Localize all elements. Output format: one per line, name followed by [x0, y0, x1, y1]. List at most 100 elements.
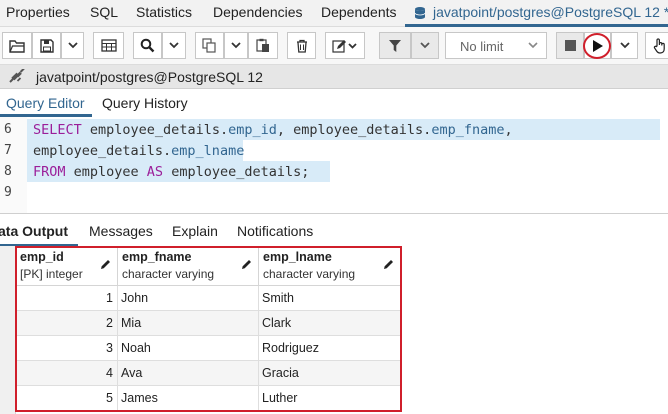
- chevron-down-icon: [67, 42, 78, 49]
- column-name: emp_lname: [263, 250, 332, 264]
- stop-button[interactable]: [556, 32, 584, 59]
- cell-emp-fname[interactable]: John: [118, 286, 259, 311]
- column-header-emp-fname[interactable]: emp_fname character varying: [118, 246, 259, 286]
- execute-button[interactable]: [584, 32, 611, 59]
- cell-emp-lname[interactable]: Rodriguez: [259, 336, 401, 361]
- output-tab-bar: ata Output Messages Explain Notification…: [0, 213, 668, 247]
- cell-emp-fname[interactable]: James: [118, 386, 259, 411]
- sql-text: ,: [504, 122, 513, 138]
- cell-emp-id[interactable]: 1: [16, 286, 118, 311]
- tab-statistics[interactable]: Statistics: [136, 4, 192, 20]
- line-number: 6: [4, 122, 12, 137]
- sql-keyword: SELECT: [33, 122, 82, 138]
- table-row[interactable]: 3 Noah Rodriguez: [16, 336, 401, 361]
- results-grid: emp_id [PK] integer emp_fname character …: [0, 246, 668, 414]
- pencil-icon[interactable]: [241, 259, 252, 270]
- filter-icon: [389, 39, 401, 52]
- delete-button[interactable]: [287, 32, 316, 59]
- sql-keyword: AS: [146, 164, 164, 180]
- macros-button[interactable]: [645, 32, 668, 59]
- sql-keyword: FROM: [33, 164, 66, 180]
- edit-grid-button[interactable]: [93, 32, 124, 59]
- cell-emp-id[interactable]: 4: [16, 361, 118, 386]
- table-row[interactable]: 4 Ava Gracia: [16, 361, 401, 386]
- cell-emp-lname[interactable]: Clark: [259, 311, 401, 336]
- pencil-icon[interactable]: [100, 259, 111, 270]
- cell-emp-lname[interactable]: Luther: [259, 386, 401, 411]
- stop-icon: [564, 40, 576, 51]
- tab-dependents[interactable]: Dependents: [321, 4, 397, 20]
- edit-menu-button[interactable]: [325, 32, 365, 59]
- top-tab-bar: Properties SQL Statistics Dependencies D…: [0, 0, 668, 27]
- tab-query-editor[interactable]: Query Editor: [6, 95, 85, 111]
- column-name: emp_fname: [122, 250, 192, 264]
- column-type: [PK] integer: [20, 267, 83, 281]
- sql-text: employee_details.: [81, 122, 229, 138]
- copy-button[interactable]: [195, 32, 224, 59]
- connection-label: javatpoint/postgres@PostgreSQL 12: [36, 69, 263, 85]
- find-dropdown-button[interactable]: [162, 32, 186, 59]
- sql-field: emp_id: [228, 122, 277, 138]
- chevron-down-icon: [420, 42, 430, 49]
- cell-emp-id[interactable]: 3: [16, 336, 118, 361]
- column-type: character varying: [263, 267, 356, 281]
- cell-emp-id[interactable]: 5: [16, 386, 118, 411]
- table-row[interactable]: 2 Mia Clark: [16, 311, 401, 336]
- connection-bar[interactable]: javatpoint/postgres@PostgreSQL 12: [0, 65, 668, 89]
- paste-button[interactable]: [248, 32, 278, 59]
- tab-properties[interactable]: Properties: [6, 4, 70, 20]
- filter-dropdown-button[interactable]: [411, 32, 439, 59]
- table-row[interactable]: 1 John Smith: [16, 286, 401, 311]
- grid-icon: [100, 39, 117, 52]
- open-file-button[interactable]: [2, 32, 32, 59]
- copy-dropdown-button[interactable]: [224, 32, 248, 59]
- cell-emp-lname[interactable]: Gracia: [259, 361, 401, 386]
- tab-notifications[interactable]: Notifications: [237, 223, 313, 239]
- line-number: 7: [4, 143, 12, 158]
- chevron-down-icon: [231, 42, 241, 49]
- save-dropdown-button[interactable]: [61, 32, 84, 59]
- table-row[interactable]: 5 James Luther: [16, 386, 401, 411]
- cell-emp-id[interactable]: 2: [16, 311, 118, 336]
- sql-field: emp_lname: [171, 143, 245, 159]
- execute-dropdown-button[interactable]: [611, 32, 638, 59]
- clipboard-icon: [256, 38, 269, 52]
- hand-pointer-icon: [653, 37, 665, 54]
- filter-button[interactable]: [379, 32, 411, 59]
- sql-editor[interactable]: 6 SELECT employee_details.emp_id, employe…: [0, 117, 668, 213]
- pencil-icon[interactable]: [383, 259, 394, 270]
- line-number: 8: [4, 164, 12, 179]
- tab-query-tool[interactable]: javatpoint/postgres@PostgreSQL 12 *: [433, 4, 668, 20]
- row-limit-select[interactable]: No limit: [445, 32, 547, 59]
- row-header-column: [0, 246, 16, 414]
- save-icon: [39, 38, 54, 53]
- find-button[interactable]: [133, 32, 162, 59]
- sql-text: employee_details;: [163, 164, 310, 180]
- column-header-emp-id[interactable]: emp_id [PK] integer: [16, 246, 118, 286]
- tab-explain[interactable]: Explain: [172, 223, 218, 239]
- cell-emp-fname[interactable]: Ava: [118, 361, 259, 386]
- column-type: character varying: [122, 267, 215, 281]
- save-button[interactable]: [32, 32, 61, 59]
- tab-sql[interactable]: SQL: [90, 4, 118, 20]
- sql-text: employee: [65, 164, 147, 180]
- cell-emp-fname[interactable]: Mia: [118, 311, 259, 336]
- play-icon: [592, 39, 603, 52]
- column-header-emp-lname[interactable]: emp_lname character varying: [259, 246, 401, 286]
- query-toolbar: No limit: [0, 27, 668, 65]
- code-text: FROM employee AS employee_details;: [33, 164, 309, 180]
- tab-data-output[interactable]: ata Output: [0, 223, 68, 239]
- row-limit-value: No limit: [460, 39, 504, 54]
- cell-emp-fname[interactable]: Noah: [118, 336, 259, 361]
- editor-tab-bar: Query Editor Query History: [0, 89, 668, 117]
- tab-messages[interactable]: Messages: [89, 223, 153, 239]
- tab-query-history[interactable]: Query History: [102, 95, 188, 111]
- code-text: SELECT employee_details.emp_id, employee…: [33, 122, 513, 138]
- folder-icon: [9, 39, 25, 53]
- code-text: employee_details.emp_lname: [33, 143, 244, 159]
- cell-emp-lname[interactable]: Smith: [259, 286, 401, 311]
- chevron-down-icon: [619, 42, 630, 49]
- tab-dependencies[interactable]: Dependencies: [213, 4, 303, 20]
- database-icon: [414, 7, 426, 19]
- chevron-down-icon: [528, 42, 538, 49]
